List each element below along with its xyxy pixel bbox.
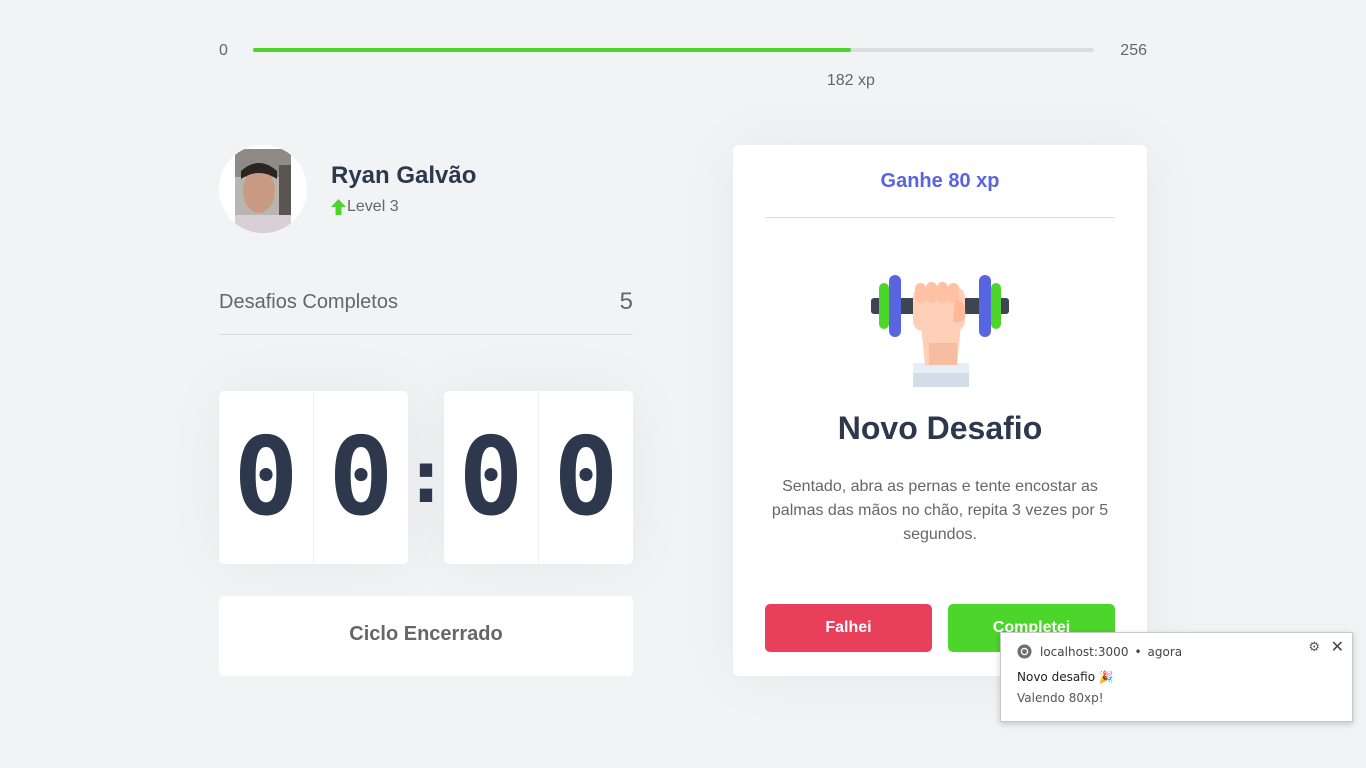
close-icon[interactable]: ✕ [1331,637,1344,656]
avatar [219,145,307,233]
xp-current-label: 182 xp [826,72,875,89]
completed-challenges-label: Desafios Completos [219,291,398,313]
completed-challenges-count: 5 [619,288,633,315]
notification-origin: localhost:3000 [1040,644,1129,659]
challenge-title: Novo Desafio [837,410,1043,446]
countdown-second-digit: 0 [538,391,633,564]
notification-separator-dot: • [1134,644,1142,659]
notification-body: Valendo 80xp! [1017,691,1104,705]
countdown: 0 0 : 0 0 [219,391,633,564]
notification-header: localhost:3000 • agora [1017,644,1182,659]
countdown-minute-digit: 0 [233,415,299,540]
dumbbell-body-icon [871,275,1009,387]
browser-notification[interactable]: localhost:3000 • agora ⚙ ✕ Novo desafio … [1000,632,1353,722]
xp-fill [253,48,851,52]
countdown-separator: : [412,436,440,519]
challenge-reward: Ganhe 80 xp [765,145,1115,218]
profile-level: Level 3 [331,198,476,216]
notification-title: Novo desafio 🎉 [1017,670,1114,684]
challenge-description: Sentado, abra as pernas e tente encostar… [771,478,1109,543]
notification-time: agora [1147,644,1183,659]
xp-max-label: 256 [1120,42,1147,59]
profile-level-label: Level 3 [347,198,399,215]
completed-challenges: Desafios Completos 5 [219,288,633,335]
profile: Ryan Galvão Level 3 [219,145,476,233]
challenge-failed-button[interactable]: Falhei [765,604,932,652]
profile-name: Ryan Galvão [331,162,477,189]
challenge-box: Ganhe 80 xp Novo Desafio Sentado, abra a… [733,145,1147,676]
xp-track: 182 xp [253,48,1094,89]
xp-min-label: 0 [219,42,228,59]
countdown-minute-digit: 0 [313,391,408,564]
countdown-second-digit: 0 [458,415,524,540]
cycle-ended-button[interactable]: Ciclo Encerrado [219,596,633,676]
countdown-seconds: 0 0 [444,391,633,564]
level-up-arrow-icon [331,199,346,215]
countdown-minutes: 0 0 [219,391,408,564]
experience-bar: 0 182 xp 256 [219,38,1147,89]
chrome-icon [1017,644,1032,659]
gear-icon[interactable]: ⚙ [1308,640,1320,655]
